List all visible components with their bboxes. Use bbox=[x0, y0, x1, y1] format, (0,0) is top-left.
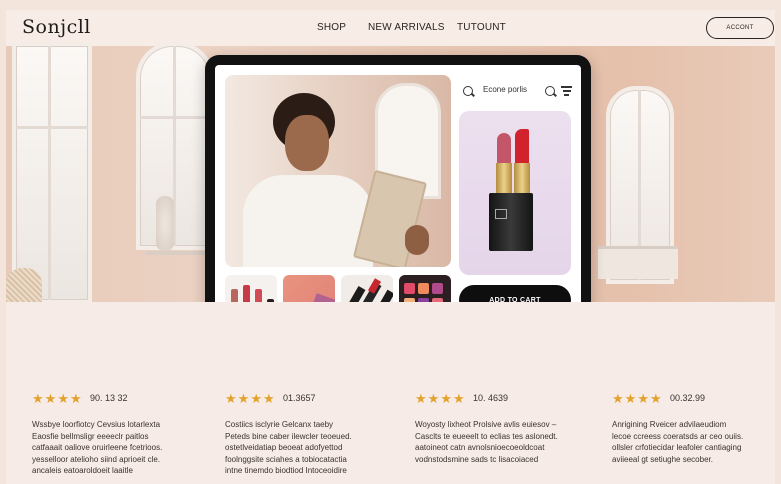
nav-new-arrivals[interactable]: NEW ARRIVALS bbox=[368, 22, 445, 33]
search-text[interactable]: Econe porlis bbox=[483, 85, 527, 94]
review-card: ★ ★ ★ ★ 00.32.99 Anrigining Rveicer advilae… bbox=[612, 392, 775, 465]
search-bar[interactable]: Econe porlis bbox=[463, 85, 575, 101]
star-icon: ★ bbox=[452, 391, 465, 406]
star-icon: ★ bbox=[57, 391, 69, 406]
review-card: ★ ★ ★ ★ 90. 13 32 Wssbye loorfiotcy Cevsius… bbox=[32, 392, 202, 477]
flower-vase bbox=[156, 196, 174, 251]
lipstick-case bbox=[489, 193, 533, 251]
storefront-page: Sonjcll SHOP NEW ARRIVALS TUTOUNT ACCONT bbox=[6, 10, 775, 484]
filter-icon[interactable] bbox=[561, 86, 572, 96]
account-button[interactable]: ACCONT bbox=[706, 17, 774, 39]
lipstick-bullet-rose bbox=[497, 133, 511, 163]
search-icon[interactable] bbox=[545, 86, 555, 96]
window-left bbox=[12, 42, 92, 304]
reviews-section: ★ ★ ★ ★ 90. 13 32 Wssbye loorfiotcy Cevsius… bbox=[6, 302, 775, 484]
rating-value: 01.3657 bbox=[283, 393, 316, 403]
side-table bbox=[146, 251, 208, 255]
review-text: Anrigining Rveicer advilaeudiom lecoe ccr… bbox=[612, 420, 744, 464]
review-text: Woyosty lixheot Prolsive avlis euiesov –… bbox=[415, 420, 558, 464]
nav-tutorials[interactable]: TUTOUNT bbox=[457, 22, 506, 33]
star-icon: ★ bbox=[440, 391, 452, 406]
search-icon[interactable] bbox=[463, 86, 473, 96]
star-icon: ★ bbox=[624, 391, 637, 406]
window-arched-left bbox=[136, 42, 214, 250]
rating-value: 90. 13 32 bbox=[90, 393, 128, 403]
brand-logo[interactable]: Sonjcll bbox=[22, 16, 91, 38]
star-icon: ★ bbox=[225, 391, 237, 406]
star-icon: ★ bbox=[69, 391, 82, 406]
star-icon: ★ bbox=[250, 391, 262, 406]
star-icon: ★ bbox=[612, 391, 624, 406]
star-icon: ★ bbox=[637, 391, 649, 406]
review-text: Costiics isclyrie Gelcanx taeby Peteds bi… bbox=[225, 420, 352, 475]
review-card: ★ ★ ★ ★ 01.3657 Costiics isclyrie Gelcanx t… bbox=[225, 392, 395, 477]
model-photo bbox=[225, 75, 451, 267]
star-icon: ★ bbox=[415, 391, 427, 406]
site-header: Sonjcll SHOP NEW ARRIVALS TUTOUNT ACCONT bbox=[6, 10, 775, 46]
star-icon: ★ bbox=[427, 391, 440, 406]
rating-value: 00.32.99 bbox=[670, 393, 706, 403]
star-icon: ★ bbox=[262, 391, 275, 406]
star-icon: ★ bbox=[649, 391, 662, 406]
star-icon: ★ bbox=[32, 391, 44, 406]
lipstick-bullet-red bbox=[515, 129, 529, 163]
nav-shop[interactable]: SHOP bbox=[317, 22, 346, 33]
rating-value: 10. 4639 bbox=[473, 393, 509, 403]
vanity-table bbox=[598, 246, 678, 279]
product-image-card[interactable] bbox=[459, 111, 571, 275]
star-icon: ★ bbox=[44, 391, 57, 406]
review-card: ★ ★ ★ ★ 10. 4639 Woyosty lixheot Prolsive a… bbox=[415, 392, 585, 465]
star-icon: ★ bbox=[237, 391, 250, 406]
review-text: Wssbye loorfiotcy Cevsius lotarlexta Eaos… bbox=[32, 420, 163, 475]
